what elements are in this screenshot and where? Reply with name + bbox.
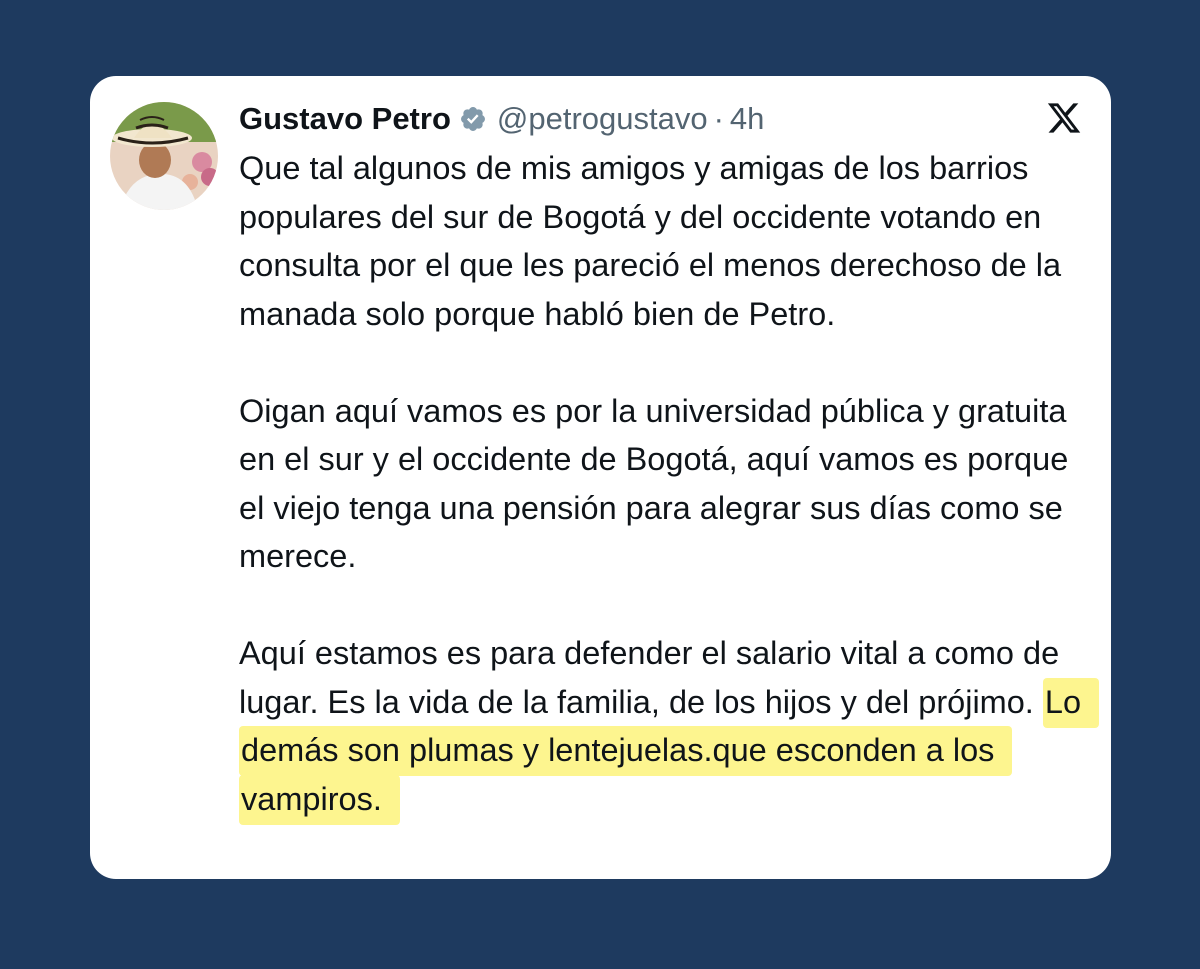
avatar[interactable] [110,102,218,210]
verified-badge-icon [459,105,487,133]
tweet-paragraph-1: Que tal algunos de mis amigos y amigas d… [239,150,1062,332]
tweet-paragraph-3: Aquí estamos es para defender el salario… [239,629,1100,825]
tweet-paragraph-3-text: Aquí estamos es para defender el salario… [239,635,1060,720]
tweet-paragraph-2: Oigan aquí vamos es por la universidad p… [239,392,1069,575]
tweet-timestamp[interactable]: 4h [730,101,764,137]
tweet-text: Que tal algunos de mis amigos y amigas d… [239,144,1100,825]
tweet-card: Gustavo Petro @petrogustavo · 4h Que tal… [90,76,1111,879]
author-name[interactable]: Gustavo Petro [239,101,451,137]
tweet-header: Gustavo Petro @petrogustavo · 4h [239,96,764,142]
separator-dot: · [713,101,724,136]
x-logo-icon[interactable] [1045,100,1083,136]
author-handle[interactable]: @petrogustavo [497,101,708,137]
